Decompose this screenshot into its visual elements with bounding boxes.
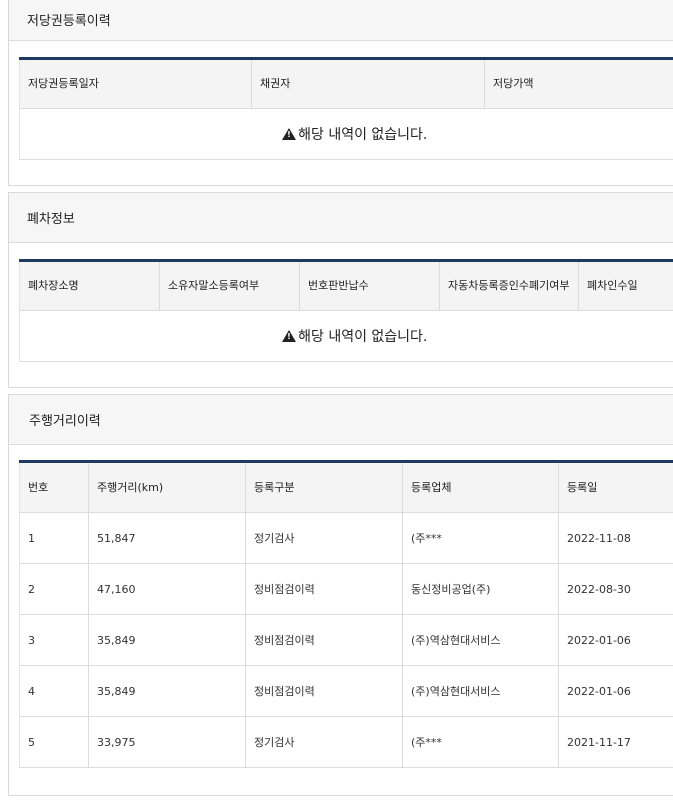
mileage-cell-no: 5 <box>19 716 89 768</box>
mileage-table-header: 번호 주행거리(km) 등록구분 등록업체 등록일 <box>19 461 673 513</box>
mortgage-section: 저당권등록이력 저당권등록일자 채권자 저당가액 해당 내역이 없습니다. <box>8 0 673 186</box>
mileage-cell-date: 2022-11-08 <box>558 512 673 564</box>
mileage-cell-type: 정비점검이력 <box>245 563 403 615</box>
mileage-cell-date: 2021-11-17 <box>558 716 673 768</box>
mileage-cell-distance: 35,849 <box>88 614 246 666</box>
mortgage-table-header: 저당권등록일자 채권자 저당가액 <box>19 58 673 109</box>
mileage-cell-no: 3 <box>19 614 89 666</box>
table-row: 3 35,849 정비점검이력 (주)역삼현대서비스 2022-01-06 <box>19 614 673 666</box>
scrap-col-place: 폐차장소명 <box>19 260 160 311</box>
scrap-col-plate-return: 번호판반납수 <box>299 260 440 311</box>
mileage-cell-company: (주)역삼현대서비스 <box>402 665 559 717</box>
mortgage-empty-cell: 해당 내역이 없습니다. <box>19 108 673 160</box>
scrap-section-header: 폐차정보 <box>9 193 673 243</box>
mortgage-empty-text: 해당 내역이 없습니다. <box>298 127 428 143</box>
mileage-cell-date: 2022-01-06 <box>558 665 673 717</box>
mileage-cell-type: 정기검사 <box>245 512 403 564</box>
mileage-cell-type: 정비점검이력 <box>245 614 403 666</box>
mileage-cell-distance: 51,847 <box>88 512 246 564</box>
mileage-cell-distance: 47,160 <box>88 563 246 615</box>
mileage-cell-distance: 35,849 <box>88 665 246 717</box>
mortgage-col-amount: 저당가액 <box>484 58 673 109</box>
mileage-col-no: 번호 <box>19 461 89 513</box>
scrap-col-accept-date: 폐차인수일 <box>578 260 673 311</box>
mortgage-col-date: 저당권등록일자 <box>19 58 252 109</box>
mileage-table: 번호 주행거리(km) 등록구분 등록업체 등록일 1 51,847 정기검사 … <box>19 460 673 768</box>
mileage-cell-company: (주*** <box>402 512 559 564</box>
scrap-table-header: 폐차장소명 소유자말소등록여부 번호판반납수 자동차등록증인수폐기여부 폐차인수… <box>19 260 673 311</box>
mileage-section-title: 주행거리이력 <box>29 414 101 429</box>
mileage-cell-date: 2022-08-30 <box>558 563 673 615</box>
mortgage-table: 저당권등록일자 채권자 저당가액 해당 내역이 없습니다. <box>19 57 673 160</box>
scrap-col-owner-cancel: 소유자말소등록여부 <box>159 260 300 311</box>
table-row: 1 51,847 정기검사 (주*** 2022-11-08 <box>19 512 673 564</box>
mortgage-section-title: 저당권등록이력 <box>27 14 111 29</box>
mileage-section-header: 주행거리이력 <box>9 395 673 445</box>
mortgage-section-header: 저당권등록이력 <box>9 0 673 41</box>
mortgage-empty-row: 해당 내역이 없습니다. <box>19 108 673 160</box>
mileage-cell-company: 동신정비공업(주) <box>402 563 559 615</box>
mileage-col-type: 등록구분 <box>245 461 403 513</box>
mileage-col-date: 등록일 <box>558 461 673 513</box>
table-row: 5 33,975 정기검사 (주*** 2021-11-17 <box>19 716 673 768</box>
scrap-col-cert-disposal: 자동차등록증인수폐기여부 <box>439 260 579 311</box>
table-row: 2 47,160 정비점검이력 동신정비공업(주) 2022-08-30 <box>19 563 673 615</box>
scrap-empty-cell: 해당 내역이 없습니다. <box>19 310 673 362</box>
scrap-empty-row: 해당 내역이 없습니다. <box>19 310 673 362</box>
mileage-col-distance: 주행거리(km) <box>88 461 246 513</box>
scrap-empty-text: 해당 내역이 없습니다. <box>298 329 428 345</box>
mileage-cell-distance: 33,975 <box>88 716 246 768</box>
scrap-table: 폐차장소명 소유자말소등록여부 번호판반납수 자동차등록증인수폐기여부 폐차인수… <box>19 259 673 362</box>
warning-icon <box>282 128 297 140</box>
mileage-section: 주행거리이력 번호 주행거리(km) 등록구분 등록업체 등록일 1 51,84… <box>8 394 673 796</box>
mileage-cell-type: 정비점검이력 <box>245 665 403 717</box>
mileage-cell-company: (주*** <box>402 716 559 768</box>
mileage-cell-company: (주)역삼현대서비스 <box>402 614 559 666</box>
warning-icon <box>282 330 297 342</box>
table-row: 4 35,849 정비점검이력 (주)역삼현대서비스 2022-01-06 <box>19 665 673 717</box>
mileage-cell-date: 2022-01-06 <box>558 614 673 666</box>
mileage-col-company: 등록업체 <box>402 461 559 513</box>
mileage-cell-no: 1 <box>19 512 89 564</box>
scrap-section: 폐차정보 폐차장소명 소유자말소등록여부 번호판반납수 자동차등록증인수폐기여부… <box>8 192 673 388</box>
mileage-cell-no: 2 <box>19 563 89 615</box>
mileage-cell-type: 정기검사 <box>245 716 403 768</box>
mileage-cell-no: 4 <box>19 665 89 717</box>
mortgage-col-creditor: 채권자 <box>251 58 485 109</box>
scrap-section-title: 폐차정보 <box>27 212 75 227</box>
